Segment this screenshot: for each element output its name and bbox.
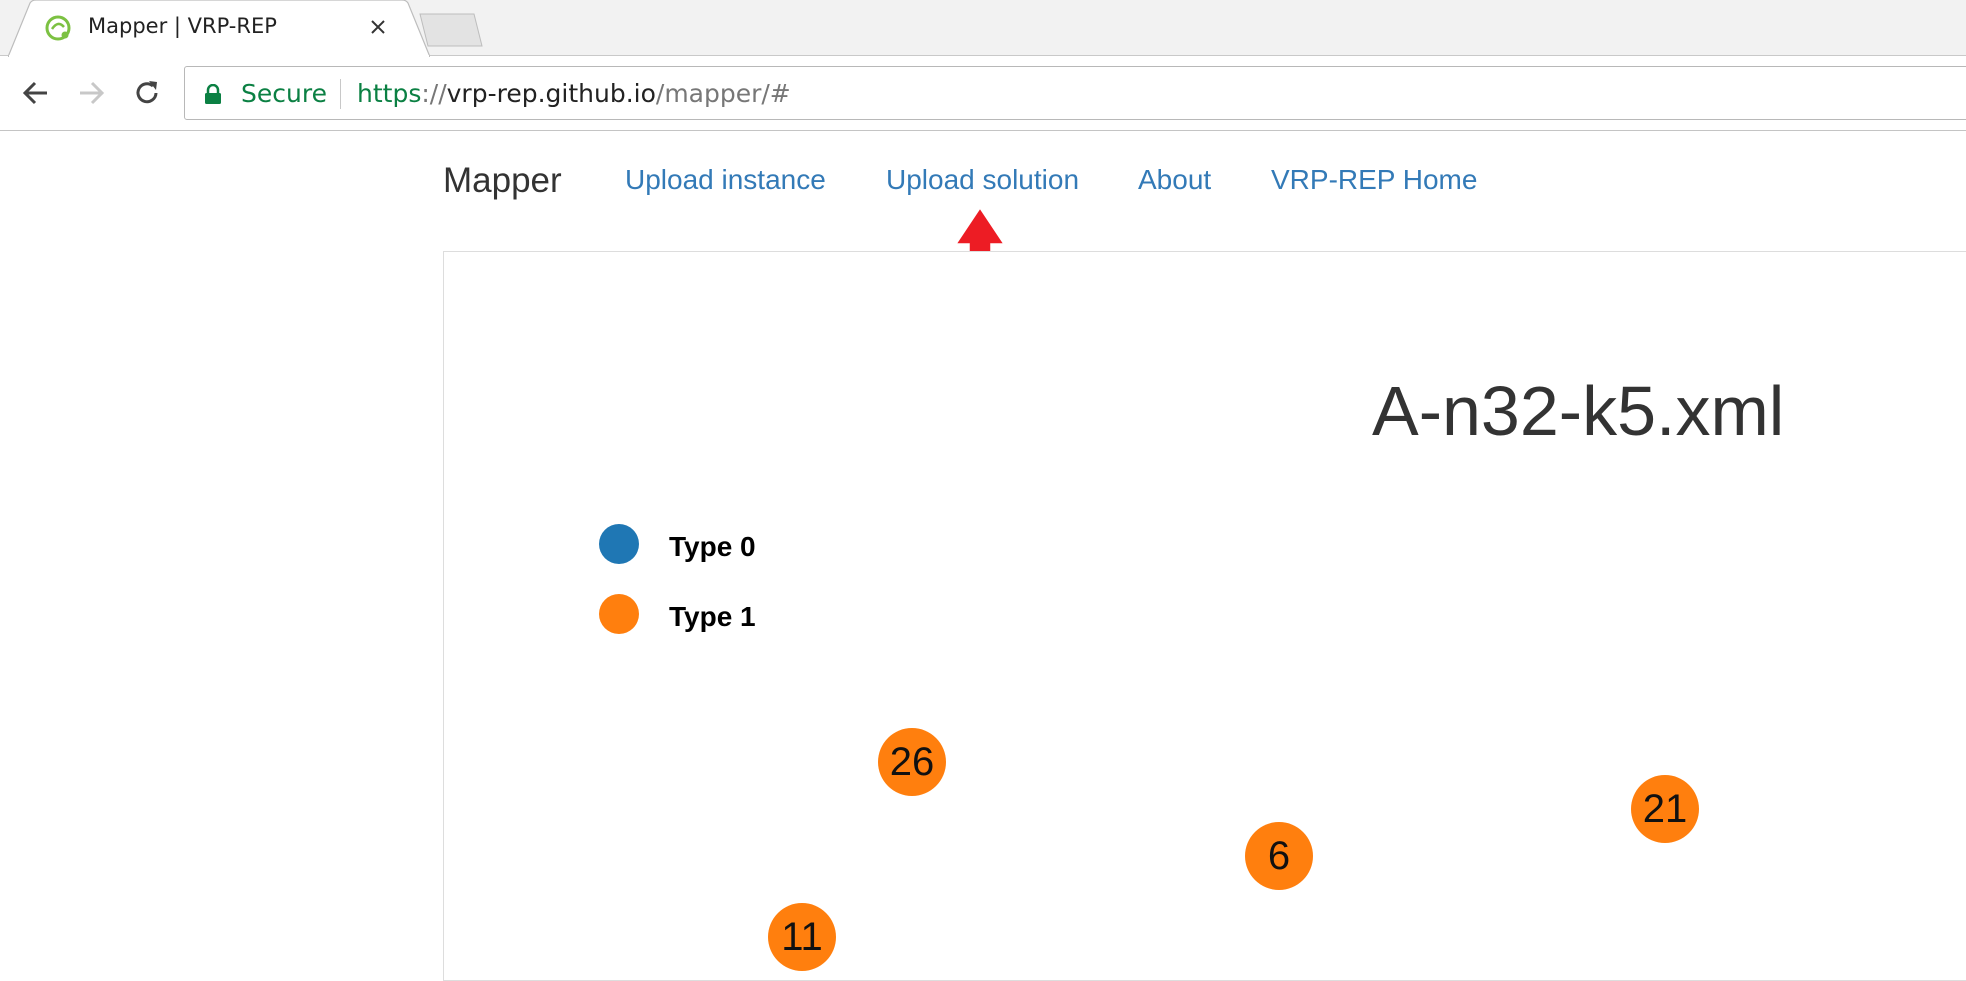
url-separator: :// bbox=[421, 79, 447, 108]
nav-upload-solution-link[interactable]: Upload solution bbox=[886, 164, 1079, 196]
address-bar[interactable]: Secure https://vrp-rep.github.io/mapper/… bbox=[184, 66, 1966, 120]
back-arrow-icon[interactable] bbox=[15, 72, 57, 114]
browser-toolbar: Secure https://vrp-rep.github.io/mapper/… bbox=[0, 57, 1966, 131]
vrp-rep-favicon-icon bbox=[44, 14, 72, 42]
nav-about-link[interactable]: About bbox=[1138, 164, 1211, 196]
browser-tab-strip: Mapper | VRP-REP bbox=[0, 0, 1966, 57]
map-panel[interactable]: A-n32-k5.xml Type 0 Type 1 26 21 6 11 bbox=[443, 251, 1966, 981]
map-node[interactable]: 26 bbox=[878, 728, 946, 796]
url-scheme: https bbox=[357, 79, 422, 108]
reload-icon[interactable] bbox=[126, 72, 168, 114]
secure-label: Secure bbox=[241, 79, 327, 108]
brand-logo[interactable]: Mapper bbox=[443, 161, 562, 201]
map-node[interactable]: 11 bbox=[768, 903, 836, 971]
legend-label-type-0: Type 0 bbox=[669, 531, 756, 562]
new-tab-button[interactable] bbox=[416, 12, 486, 48]
close-icon[interactable] bbox=[366, 15, 390, 39]
legend-label-type-1: Type 1 bbox=[669, 601, 756, 632]
map-node[interactable]: 6 bbox=[1245, 822, 1313, 890]
url-host: vrp-rep.github.io bbox=[446, 79, 656, 108]
url-text[interactable]: https://vrp-rep.github.io/mapper/# bbox=[357, 79, 791, 108]
legend-dot-type-1 bbox=[599, 594, 639, 634]
lock-icon bbox=[205, 83, 221, 104]
forward-arrow-icon[interactable] bbox=[70, 72, 112, 114]
nav-vrp-rep-home-link[interactable]: VRP-REP Home bbox=[1271, 164, 1477, 196]
browser-tab[interactable]: Mapper | VRP-REP bbox=[8, 0, 430, 57]
tab-title: Mapper | VRP-REP bbox=[88, 14, 277, 38]
url-path: /mapper/# bbox=[655, 79, 791, 108]
omnibox-divider bbox=[340, 79, 341, 109]
map-node[interactable]: 21 bbox=[1631, 775, 1699, 843]
nav-upload-instance-link[interactable]: Upload instance bbox=[625, 164, 826, 196]
legend-dot-type-0 bbox=[599, 524, 639, 564]
map-title: A-n32-k5.xml bbox=[1372, 372, 1785, 450]
